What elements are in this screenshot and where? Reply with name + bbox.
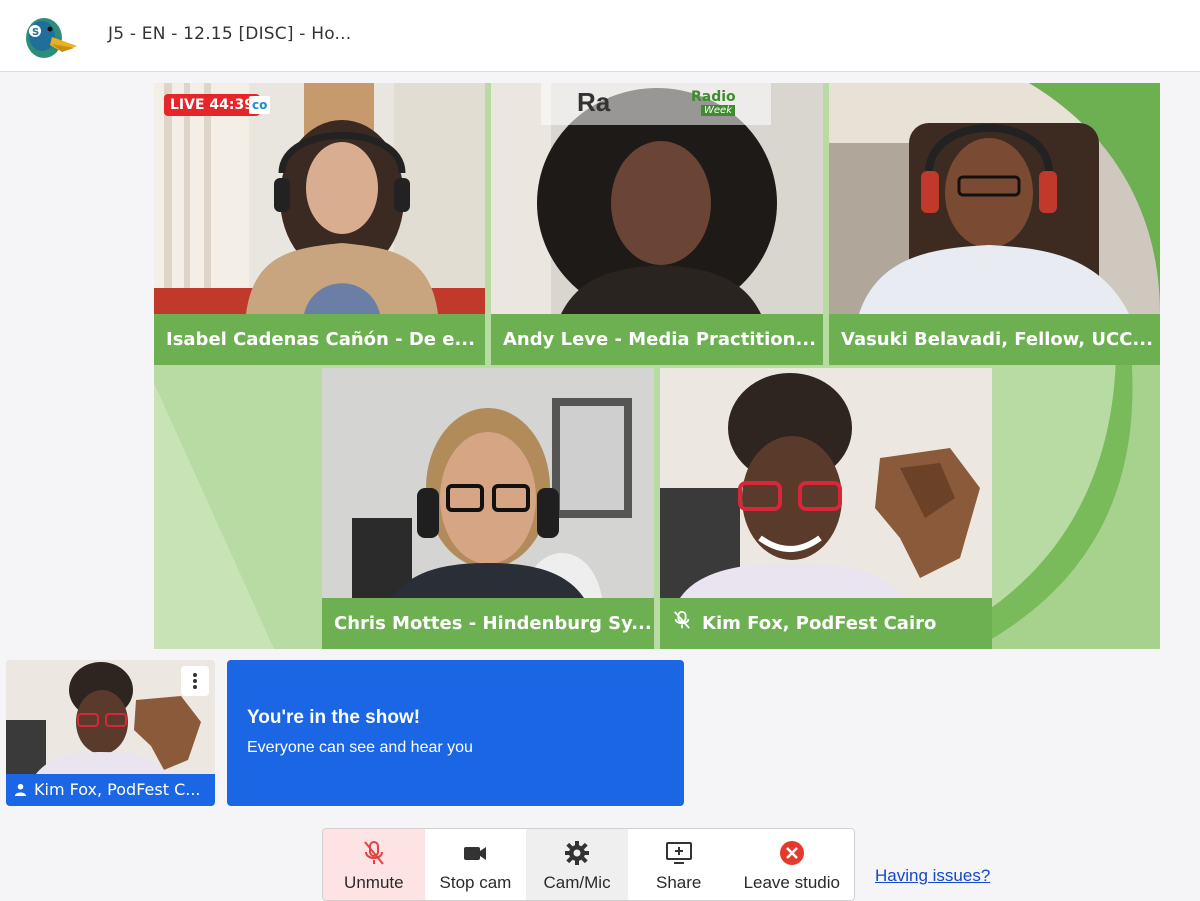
participant-video xyxy=(154,83,485,314)
participant-tile-andy[interactable]: Ra Radio Week Andy Leve - Media Practiti… xyxy=(491,83,823,365)
logo-week-text: Week xyxy=(701,105,735,116)
unmute-label: Unmute xyxy=(344,873,404,892)
participant-name: Isabel Cadenas Cañón - De e... xyxy=(154,314,485,365)
leave-studio-button[interactable]: Leave studio xyxy=(729,829,854,900)
duck-logo-icon[interactable]: S xyxy=(22,12,78,60)
brand-tag: co xyxy=(249,96,271,114)
participant-video xyxy=(322,368,654,598)
gear-icon xyxy=(563,839,591,867)
participant-name-muted: Kim Fox, PodFest Cairo xyxy=(660,598,992,649)
camera-icon xyxy=(461,839,489,867)
studio-title: J5 - EN - 12.15 [DISC] - Ho... xyxy=(108,24,352,44)
radio-week-logo: Ra Radio Week xyxy=(541,83,771,125)
participant-tile-isabel[interactable]: LIVE 44:39 co Isabel Cadenas Cañón - De … xyxy=(154,83,485,365)
share-button[interactable]: Share xyxy=(627,829,730,900)
live-timer-badge: LIVE 44:39 xyxy=(164,94,260,116)
having-issues-link[interactable]: Having issues? xyxy=(875,866,990,886)
svg-text:S: S xyxy=(32,27,39,38)
in-show-notice: You're in the show! Everyone can see and… xyxy=(227,660,684,806)
participant-name: Kim Fox, PodFest Cairo xyxy=(702,613,937,634)
person-icon xyxy=(14,775,28,806)
stop-cam-button[interactable]: Stop cam xyxy=(424,829,527,900)
participant-tile-chris[interactable]: Chris Mottes - Hindenburg Sy... xyxy=(322,368,654,649)
notice-heading: You're in the show! xyxy=(247,707,421,728)
mic-off-icon xyxy=(360,839,388,867)
screen-share-icon xyxy=(665,839,693,867)
notice-subtext: Everyone can see and hear you xyxy=(247,739,473,756)
leave-studio-label: Leave studio xyxy=(743,873,840,892)
mic-off-icon xyxy=(672,599,694,650)
logo-text: Ra xyxy=(577,87,611,117)
participant-name: Chris Mottes - Hindenburg Sy... xyxy=(322,598,654,649)
participant-video xyxy=(660,368,992,598)
more-vertical-icon[interactable] xyxy=(181,666,209,696)
self-preview-tile[interactable]: Kim Fox, PodFest C... xyxy=(6,660,215,806)
control-toolbar: Unmute Stop cam Cam/Mic Share Leave stud… xyxy=(322,828,855,901)
cam-mic-label: Cam/Mic xyxy=(543,873,611,892)
cam-mic-settings-button[interactable]: Cam/Mic xyxy=(526,829,628,900)
unmute-button[interactable]: Unmute xyxy=(323,829,425,900)
participant-tile-kim[interactable]: Kim Fox, PodFest Cairo xyxy=(660,368,992,649)
participant-tile-vasuki[interactable]: Vasuki Belavadi, Fellow, UCC... xyxy=(829,83,1160,365)
participant-video xyxy=(829,83,1160,314)
participant-name: Andy Leve - Media Practition... xyxy=(491,314,823,365)
close-circle-icon xyxy=(778,839,806,867)
participant-name: Vasuki Belavadi, Fellow, UCC... xyxy=(829,314,1160,365)
stage: LIVE 44:39 co Isabel Cadenas Cañón - De … xyxy=(154,83,1160,649)
self-name: Kim Fox, PodFest C... xyxy=(34,780,201,799)
stop-cam-label: Stop cam xyxy=(439,873,512,892)
share-label: Share xyxy=(656,873,702,892)
logo-radio-text: Radio xyxy=(691,89,736,105)
self-name-label: Kim Fox, PodFest C... xyxy=(6,774,215,806)
top-bar: S J5 - EN - 12.15 [DISC] - Ho... xyxy=(0,0,1200,72)
